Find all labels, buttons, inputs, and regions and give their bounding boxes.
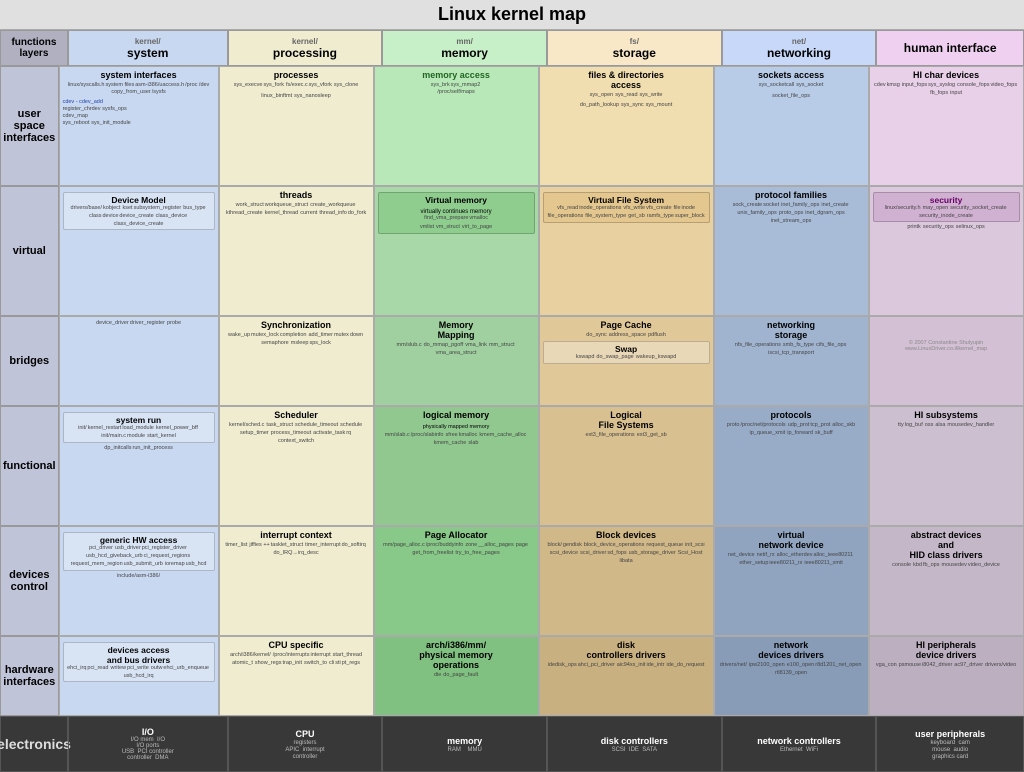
processing-hardware: CPU specific arch/i386/kernel/ /proc/int… bbox=[219, 636, 374, 716]
electronics-disk: disk controllers SCSI IDE SATA bbox=[547, 716, 722, 772]
col-processing: processes sys_execve sys_fork fs/exec.c … bbox=[219, 66, 374, 716]
row-label-hardware: hardwareinterfaces bbox=[0, 636, 59, 716]
row-label-functional: functional bbox=[0, 406, 59, 526]
networking-userspace: sockets access sys_socketcall sys_socket… bbox=[714, 66, 869, 186]
human-hardware: HI peripheralsdevice drivers vga_con psm… bbox=[869, 636, 1024, 716]
system-functional: system run init/ kernel_restart load_mod… bbox=[59, 406, 219, 526]
system-virtual: Device Model drivers/base/ kobject kset … bbox=[59, 186, 219, 316]
memory-bridges: MemoryMapping mm/slub.c do_mmap_pgoff vm… bbox=[374, 316, 539, 406]
networking-hardware: networkdevices drivers drivers/net/ ipw2… bbox=[714, 636, 869, 716]
main-grid: system interfaces linux/syscalls.h syste… bbox=[59, 66, 1024, 716]
processing-bridges: Synchronization wake_up mutex_lock compl… bbox=[219, 316, 374, 406]
system-hardware: devices accessand bus drivers ehci_irq p… bbox=[59, 636, 219, 716]
col-human: HI char devices cdev kmsg input_fops sys… bbox=[869, 66, 1024, 716]
system-devices: generic HW access pci_driver usb_driver … bbox=[59, 526, 219, 636]
col-header-functions: functionslayers bbox=[0, 30, 68, 66]
col-storage: files & directoriesaccess sys_open sys_r… bbox=[539, 66, 714, 716]
processing-virtual: threads work_struct workqueue_struct cre… bbox=[219, 186, 374, 316]
electronics-peripherals: user peripherals keyboard cam mouse audi… bbox=[876, 716, 1024, 772]
system-userspace: system interfaces linux/syscalls.h syste… bbox=[59, 66, 219, 186]
system-bridges: device_driver driver_register probe bbox=[59, 316, 219, 406]
networking-functional: protocols proto /proc/net/protocols udp_… bbox=[714, 406, 869, 526]
human-userspace: HI char devices cdev kmsg input_fops sys… bbox=[869, 66, 1024, 186]
human-functional: HI subsystems tty log_buf oss alsa mouse… bbox=[869, 406, 1024, 526]
col-header-human: human interface bbox=[876, 30, 1024, 66]
col-header-networking: net/ networking bbox=[722, 30, 877, 66]
human-bridges: © 2007 Constantine Shulyupin www.LinuxDr… bbox=[869, 316, 1024, 406]
storage-functional: LogicalFile Systems ext3_file_operations… bbox=[539, 406, 714, 526]
networking-bridges: networkingstorage nfs_file_operations sm… bbox=[714, 316, 869, 406]
row-label-virtual: virtual bbox=[0, 186, 59, 316]
header-row: functionslayers kernel/ system kernel/ p… bbox=[0, 30, 1024, 66]
human-devices: abstract devicesandHID class drivers con… bbox=[869, 526, 1024, 636]
row-labels: user spaceinterfaces virtual bridges fun… bbox=[0, 66, 59, 716]
processing-devices: interrupt context timer_list jiffies ++ … bbox=[219, 526, 374, 636]
row-label-userspace: user spaceinterfaces bbox=[0, 66, 59, 186]
electronics-row: electronics I/O I/O mem I/O I/O ports US… bbox=[0, 716, 1024, 772]
main-container: Linux kernel map functionslayers kernel/… bbox=[0, 0, 1024, 768]
storage-bridges: Page Cache do_sync address_space pdflush… bbox=[539, 316, 714, 406]
storage-hardware: diskcontrollers drivers idedisk_ops ahci… bbox=[539, 636, 714, 716]
storage-virtual: Virtual File System vfs_read inode_opera… bbox=[539, 186, 714, 316]
networking-virtual: protocol families sock_create socket ine… bbox=[714, 186, 869, 316]
row-label-devices: devicescontrol bbox=[0, 526, 59, 636]
col-header-processing: kernel/ processing bbox=[228, 30, 383, 66]
processing-userspace: processes sys_execve sys_fork fs/exec.c … bbox=[219, 66, 374, 186]
col-networking: sockets access sys_socketcall sys_socket… bbox=[714, 66, 869, 716]
col-header-storage: fs/ storage bbox=[547, 30, 722, 66]
memory-functional: logical memoryphysically mapped memory m… bbox=[374, 406, 539, 526]
human-virtual: security linux/security.h may_open secur… bbox=[869, 186, 1024, 316]
networking-devices: virtualnetwork device net_device netif_r… bbox=[714, 526, 869, 636]
memory-userspace: memory access sys_brk sys_mmap2 /proc/se… bbox=[374, 66, 539, 186]
col-memory: memory access sys_brk sys_mmap2 /proc/se… bbox=[374, 66, 539, 716]
electronics-network: network controllers Ethernet WiFi bbox=[722, 716, 877, 772]
storage-userspace: files & directoriesaccess sys_open sys_r… bbox=[539, 66, 714, 186]
electronics-io: I/O I/O mem I/O I/O ports USB PCI contro… bbox=[68, 716, 228, 772]
memory-devices: Page Allocator mm/page_alloc.c /proc/bud… bbox=[374, 526, 539, 636]
page-title: Linux kernel map bbox=[0, 0, 1024, 30]
electronics-memory: memory RAM MMU bbox=[382, 716, 547, 772]
memory-virtual: Virtual memoryvirtually continues memory… bbox=[374, 186, 539, 316]
row-label-bridges: bridges bbox=[0, 316, 59, 406]
content-area: user spaceinterfaces virtual bridges fun… bbox=[0, 66, 1024, 716]
electronics-cpu: CPU registers APIC interrupt controller bbox=[228, 716, 383, 772]
col-header-system: kernel/ system bbox=[68, 30, 228, 66]
electronics-label: electronics bbox=[0, 716, 68, 772]
processing-functional: Scheduler kernel/sched.c task_struct sch… bbox=[219, 406, 374, 526]
memory-hardware: arch/i386/mm/physical memoryoperations d… bbox=[374, 636, 539, 716]
col-system: system interfaces linux/syscalls.h syste… bbox=[59, 66, 219, 716]
storage-devices: Block devices block/ gendisk block_devic… bbox=[539, 526, 714, 636]
col-header-memory: mm/ memory bbox=[382, 30, 547, 66]
